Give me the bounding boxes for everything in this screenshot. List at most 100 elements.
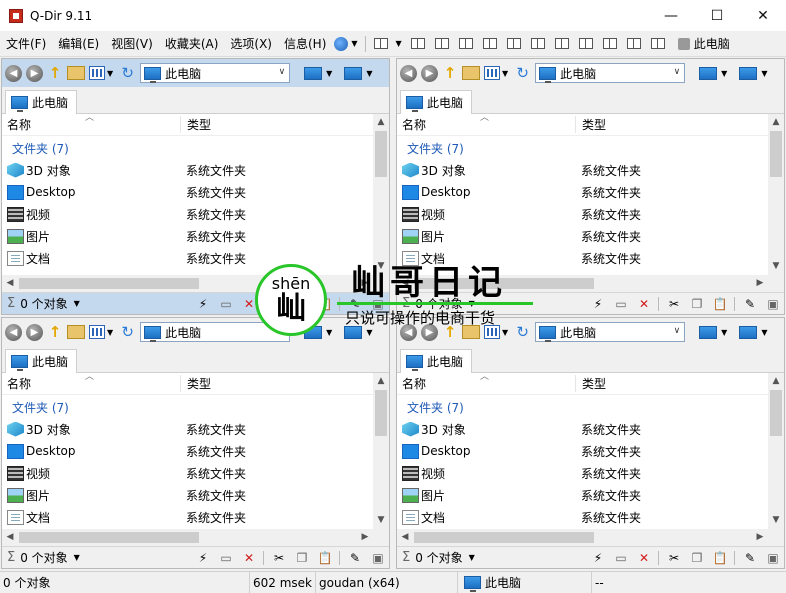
chevron-down-icon[interactable]: ▼ [502,328,508,337]
list-item[interactable]: 图片 系统文件夹 [397,484,768,506]
scroll-right-icon[interactable]: ▶ [752,529,768,546]
cut-icon[interactable]: ✂ [666,296,682,311]
scroll-down-icon[interactable]: ▼ [768,512,784,529]
quick-action-icon[interactable]: ⚡ [590,550,606,565]
list-item[interactable]: 图片 系统文件夹 [397,225,768,247]
chevron-down-icon[interactable]: ▼ [721,69,727,78]
layout-button-2[interactable] [434,38,449,49]
scroll-thumb[interactable] [19,278,199,289]
scroll-thumb[interactable] [375,390,387,436]
scroll-thumb[interactable] [414,532,594,543]
monitor-icon[interactable] [304,325,323,339]
folder-options-icon[interactable] [462,325,480,339]
delete-icon[interactable]: ✕ [241,550,257,565]
paste-icon[interactable]: 📋 [712,550,728,565]
scroll-down-icon[interactable]: ▼ [768,258,784,275]
chevron-down-icon[interactable]: ∨ [279,67,286,77]
list-item[interactable]: 文档 系统文件夹 [397,506,768,528]
back-icon[interactable]: ◀ [400,323,417,341]
group-header[interactable]: 文件夹 (7) [12,399,69,416]
delete-icon[interactable]: ✕ [241,296,257,311]
scroll-thumb[interactable] [375,131,387,177]
menu-info[interactable]: 信息(H) [278,35,332,52]
scroll-left-icon[interactable]: ◀ [397,529,413,546]
folder-options-icon[interactable] [462,66,480,80]
list-item[interactable]: 视频 系统文件夹 [2,462,373,484]
chevron-down-icon[interactable]: ▼ [761,328,767,337]
monitor-icon[interactable] [739,66,758,80]
forward-icon[interactable]: ▶ [26,323,43,341]
chevron-down-icon[interactable]: ▼ [721,328,727,337]
copy-icon[interactable]: ❐ [294,550,310,565]
vertical-scrollbar[interactable]: ▲ ▼ [373,114,389,275]
list-item[interactable]: Desktop 系统文件夹 [2,440,373,462]
back-icon[interactable]: ◀ [5,323,22,341]
delete-icon[interactable]: ✕ [636,550,652,565]
edit-icon[interactable]: ✎ [742,550,758,565]
back-icon[interactable]: ◀ [5,64,22,82]
rename-icon[interactable]: ▭ [613,296,629,311]
layout-4-pane-button[interactable] [373,38,388,49]
chevron-down-icon[interactable]: ▼ [326,69,332,78]
column-type-header[interactable]: 类型 [180,116,211,133]
layout-button-1[interactable] [410,38,425,49]
globe-icon[interactable] [334,36,349,51]
close-button[interactable]: ✕ [740,0,786,31]
menu-file[interactable]: 文件(F) [0,35,52,52]
list-item[interactable]: 3D 对象 系统文件夹 [2,418,373,440]
chevron-down-icon[interactable]: ▼ [366,69,372,78]
paste-icon[interactable]: 📋 [317,296,333,311]
view-mode-icon[interactable] [89,325,105,339]
menu-options[interactable]: 选项(X) [224,35,278,52]
vertical-scrollbar[interactable]: ▲ ▼ [373,373,389,529]
layout-button-10[interactable] [626,38,641,49]
column-name-header[interactable]: ︿ 名称 [2,372,180,392]
menu-favorites[interactable]: 收藏夹(A) [159,35,225,52]
rename-icon[interactable]: ▭ [613,550,629,565]
list-item[interactable]: 3D 对象 系统文件夹 [2,159,373,181]
back-icon[interactable]: ◀ [400,64,417,82]
quick-action-icon[interactable]: ⚡ [195,550,211,565]
list-item[interactable]: Desktop 系统文件夹 [397,440,768,462]
refresh-icon[interactable]: ↻ [119,64,136,82]
layout-button-6[interactable] [530,38,545,49]
scroll-thumb[interactable] [770,390,782,436]
scroll-right-icon[interactable]: ▶ [357,529,373,546]
chevron-down-icon[interactable]: ▼ [396,39,402,48]
layout-button-7[interactable] [554,38,569,49]
chevron-down-icon[interactable]: ∨ [279,326,286,336]
list-item[interactable]: 文档 系统文件夹 [2,506,373,528]
tab-this-pc[interactable]: 此电脑 [400,90,472,114]
cut-icon[interactable]: ✂ [666,550,682,565]
properties-icon[interactable]: ▣ [370,296,386,311]
column-type-header[interactable]: 类型 [575,375,606,392]
scroll-down-icon[interactable]: ▼ [373,512,389,529]
properties-icon[interactable]: ▣ [370,550,386,565]
layout-button-4[interactable] [482,38,497,49]
scroll-down-icon[interactable]: ▼ [373,258,389,275]
scroll-thumb[interactable] [414,278,594,289]
address-bar[interactable]: 此电脑 ∨ [535,63,686,83]
chevron-down-icon[interactable]: ▼ [74,299,80,308]
layout-button-3[interactable] [458,38,473,49]
horizontal-scrollbar[interactable]: ◀ ▶ [397,275,768,292]
edit-icon[interactable]: ✎ [347,296,363,311]
chevron-down-icon[interactable]: ▼ [74,553,80,562]
horizontal-scrollbar[interactable]: ◀ ▶ [2,529,373,546]
delete-icon[interactable]: ✕ [636,296,652,311]
vertical-scrollbar[interactable]: ▲ ▼ [768,114,784,275]
list-item[interactable]: 文档 系统文件夹 [2,247,373,269]
cut-icon[interactable]: ✂ [271,296,287,311]
forward-icon[interactable]: ▶ [26,64,43,82]
horizontal-scrollbar[interactable]: ◀ ▶ [397,529,768,546]
forward-icon[interactable]: ▶ [421,323,438,341]
chevron-down-icon[interactable]: ▼ [107,328,113,337]
tab-this-pc[interactable]: 此电脑 [5,90,77,114]
monitor-icon[interactable] [699,325,718,339]
column-name-header[interactable]: ︿ 名称 [397,372,575,392]
chevron-down-icon[interactable]: ▼ [107,69,113,78]
scroll-left-icon[interactable]: ◀ [2,275,18,292]
refresh-icon[interactable]: ↻ [119,323,136,341]
chevron-down-icon[interactable]: ▼ [502,69,508,78]
monitor-icon[interactable] [344,66,363,80]
